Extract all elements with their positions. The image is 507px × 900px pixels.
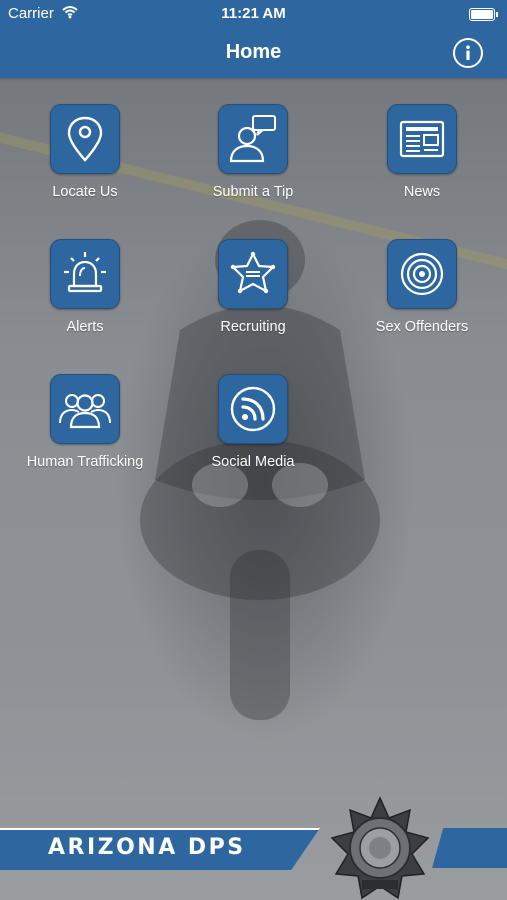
tile-label: Sex Offenders (375, 319, 469, 335)
siren-icon (64, 252, 106, 293)
tile-icon-box (50, 374, 120, 444)
sheriff-star-icon (230, 251, 276, 294)
info-icon (466, 45, 470, 60)
banner-text: ARIZONA DPS (48, 835, 246, 860)
tile-icon-box (218, 374, 288, 444)
page-title: Home (225, 41, 282, 63)
tile-sex-offenders[interactable]: Sex Offenders (347, 239, 497, 335)
tile-label: Social Media (211, 454, 295, 470)
clock: 11:21 AM (221, 5, 286, 22)
tile-icon-box (218, 104, 288, 174)
tile-submit-a-tip[interactable]: Submit a Tip (178, 104, 328, 200)
tile-label: Alerts (66, 319, 104, 335)
target-icon (400, 252, 444, 296)
banner-right (432, 828, 507, 868)
location-pin-icon (67, 116, 103, 162)
tile-label: Submit a Tip (212, 184, 294, 200)
tile-icon-box (50, 104, 120, 174)
tile-icon-box (218, 239, 288, 309)
newspaper-icon (399, 120, 445, 158)
tile-human-trafficking[interactable]: Human Trafficking (10, 374, 160, 470)
group-people-icon (59, 394, 111, 429)
tile-news[interactable]: News (347, 104, 497, 200)
tile-recruiting[interactable]: Recruiting (178, 239, 328, 335)
info-button[interactable] (453, 38, 483, 68)
tile-icon-box (50, 239, 120, 309)
tile-label: Recruiting (220, 319, 286, 335)
tile-locate-us[interactable]: Locate Us (10, 104, 160, 200)
tile-label: News (403, 184, 441, 200)
navigation-bar: Home (0, 28, 507, 78)
tile-label: Locate Us (52, 184, 118, 200)
tile-icon-box (387, 104, 457, 174)
rss-icon (230, 386, 276, 432)
tile-alerts[interactable]: Alerts (10, 239, 160, 335)
chat-person-icon (229, 115, 276, 163)
dps-badge-logo (330, 796, 430, 900)
battery-icon (469, 8, 498, 21)
tile-social-media[interactable]: Social Media (178, 374, 328, 470)
tile-label: Human Trafficking (26, 454, 144, 470)
tile-icon-box (387, 239, 457, 309)
status-bar: Carrier 11:21 AM (0, 0, 507, 28)
